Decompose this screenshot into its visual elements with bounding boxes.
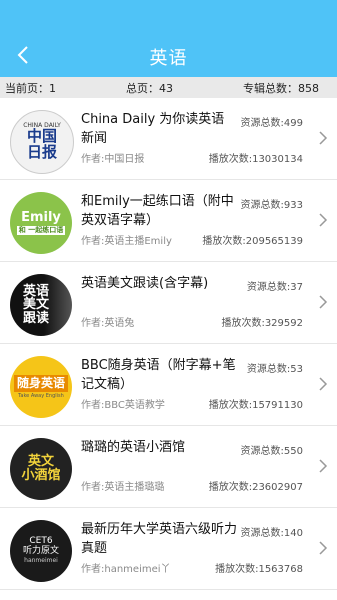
chevron-right-icon (319, 213, 328, 227)
album-author: 作者:hanmeimei丫 (81, 564, 171, 575)
album-thumbnail: CET6 听力原文 hanmeimei (10, 520, 72, 582)
page-title: 英语 (149, 48, 188, 69)
total-pages: 总页：43 (126, 81, 173, 95)
album-item[interactable]: CET6 听力原文 hanmeimei 最新历年大学英语六级听力真题 资源总数:… (0, 508, 337, 590)
chevron-right-icon (319, 377, 328, 391)
chevron-right-icon (319, 131, 328, 145)
resource-count: 资源总数:140 (240, 528, 303, 539)
thumb-text: 中国 日报 (26, 127, 57, 162)
album-list: CHINA DAILY 中国 日报 China Daily 为你读英语新闻 资源… (0, 98, 337, 590)
thumb-text: Emily (21, 209, 61, 225)
play-count: 播放次数:209565139 (202, 236, 303, 247)
thumb-text: 英文 小酒馆 (21, 454, 61, 483)
album-author: 作者:英语主播璐璐 (81, 482, 165, 493)
resource-count: 资源总数:499 (240, 118, 303, 129)
album-author: 作者:BBC英语教学 (81, 400, 165, 411)
thumb-text: CET6 听力原文 (22, 536, 59, 556)
play-count: 播放次数:15791130 (208, 400, 303, 411)
album-name: 和Emily一起练口语（附中英双语字幕） (81, 194, 234, 228)
album-name: 最新历年大学英语六级听力真题 (81, 522, 238, 556)
thumb-text: 英语 美文 跟读 (22, 283, 49, 326)
resource-count: 资源总数:37 (246, 282, 303, 293)
resource-count: 资源总数:53 (246, 364, 303, 375)
play-count: 播放次数:1563768 (215, 564, 303, 575)
album-item[interactable]: 英文 小酒馆 璐璐的英语小酒馆 资源总数:550 作者:英语主播璐璐 播放次数:… (0, 426, 337, 508)
album-author: 作者:英语主播Emily (81, 236, 172, 247)
current-page: 当前页：1 (5, 81, 56, 95)
thumb-caption: 和 一起练口语 (16, 226, 66, 236)
album-thumbnail: 英语 美文 跟读 (10, 274, 72, 336)
album-name: 璐璐的英语小酒馆 (81, 440, 186, 455)
album-author: 作者:英语兔 (81, 318, 135, 329)
album-thumbnail: Emily 和 一起练口语 (10, 192, 72, 254)
album-thumbnail: 英文 小酒馆 (10, 438, 72, 500)
resource-count: 资源总数:550 (240, 446, 303, 457)
album-thumbnail: CHINA DAILY 中国 日报 (10, 110, 74, 174)
chevron-right-icon (319, 541, 328, 555)
app-header: 英语 (0, 0, 337, 77)
play-count: 播放次数:329592 (221, 318, 303, 329)
album-item[interactable]: 随身英语 Take Away English BBC随身英语（附字幕+笔记文稿）… (0, 344, 337, 426)
total-albums: 专辑总数：858 (243, 81, 319, 95)
album-item[interactable]: Emily 和 一起练口语 和Emily一起练口语（附中英双语字幕） 资源总数:… (0, 180, 337, 262)
album-item[interactable]: CHINA DAILY 中国 日报 China Daily 为你读英语新闻 资源… (0, 98, 337, 180)
play-count: 播放次数:13030134 (208, 154, 303, 165)
resource-count: 资源总数:933 (240, 200, 303, 211)
album-author: 作者:中国日报 (81, 154, 145, 165)
play-count: 播放次数:23602907 (208, 482, 303, 493)
album-thumbnail: 随身英语 Take Away English (10, 356, 72, 418)
thumb-caption: hanmeimei (24, 557, 58, 565)
chevron-right-icon (319, 295, 328, 309)
album-item[interactable]: 英语 美文 跟读 英语美文跟读(含字幕) 资源总数:37 作者:英语兔 播放次数… (0, 262, 337, 344)
thumb-text: 随身英语 (13, 375, 68, 392)
album-name: China Daily 为你读英语新闻 (81, 112, 225, 146)
album-name: 英语美文跟读(含字幕) (81, 276, 209, 291)
thumb-caption: Take Away English (18, 392, 64, 399)
stats-bar: 当前页：1 总页：43 专辑总数：858 (0, 77, 337, 98)
album-name: BBC随身英语（附字幕+笔记文稿） (81, 358, 236, 392)
chevron-right-icon (319, 459, 328, 473)
